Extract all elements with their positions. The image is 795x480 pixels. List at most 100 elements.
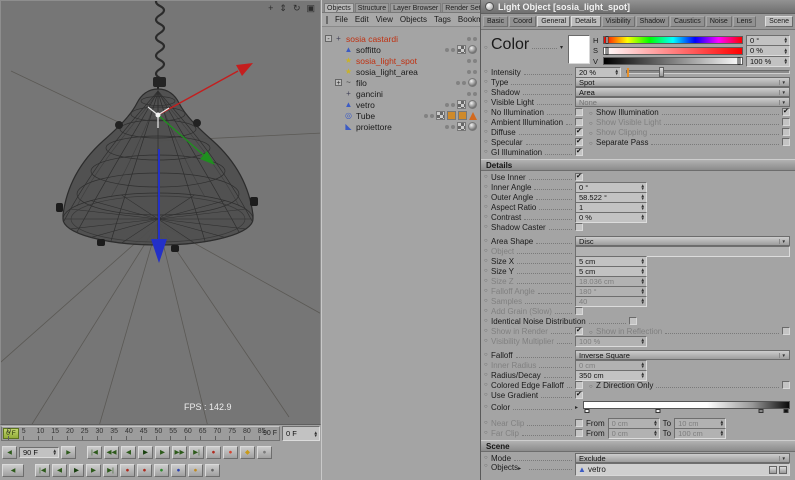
tab-objects[interactable]: Objects	[324, 3, 354, 12]
shadow-caster-checkbox[interactable]	[575, 223, 583, 231]
texture-tag[interactable]	[457, 45, 466, 54]
render-visibility-dot[interactable]	[430, 113, 434, 118]
use-gradient-checkbox[interactable]	[575, 390, 583, 399]
render-visibility-dot[interactable]	[451, 124, 455, 129]
spinner-icon[interactable]	[782, 37, 788, 43]
menu-view[interactable]: View	[376, 15, 393, 24]
keyframe-dot[interactable]	[484, 119, 491, 125]
keyframe-dot[interactable]	[484, 338, 491, 344]
specular-checkbox[interactable]	[575, 137, 583, 146]
slider-handle[interactable]	[605, 46, 609, 55]
keyframe-dot[interactable]	[484, 455, 491, 461]
separate-pass-checkbox[interactable]	[782, 138, 790, 146]
panel-menu-icon[interactable]	[326, 15, 328, 24]
keyframe-dot[interactable]	[589, 111, 596, 117]
pan-icon[interactable]: +	[268, 3, 273, 13]
texture-tag[interactable]	[436, 111, 445, 120]
object-item-vetro[interactable]: ▲ vetro	[322, 99, 480, 110]
details-section-header[interactable]: Details	[481, 159, 795, 171]
keyframe-dot[interactable]	[484, 139, 491, 145]
spinner-icon[interactable]	[639, 194, 645, 200]
menu-edit[interactable]: Edit	[355, 15, 369, 24]
timeline-playhead[interactable]: 0 F	[3, 428, 19, 439]
keyframe-dot[interactable]	[484, 463, 491, 469]
spinner-icon[interactable]	[639, 204, 645, 210]
next-frame-button[interactable]: ▶	[155, 445, 170, 459]
editor-visibility-dot[interactable]	[467, 36, 471, 41]
tab-render-settings[interactable]: Render Settings	[442, 3, 480, 12]
shadow-dropdown[interactable]: Area	[575, 87, 790, 97]
show-visible-light-checkbox[interactable]	[782, 118, 790, 126]
tab-details[interactable]: Details	[571, 16, 601, 27]
frame-decrement-button[interactable]	[2, 445, 17, 459]
timeline-scrub-handle[interactable]	[2, 463, 24, 477]
tab-shadow[interactable]: Shadow	[635, 16, 669, 27]
area-shape-dropdown[interactable]: Disc	[575, 236, 790, 246]
keyframe-dot[interactable]	[484, 45, 491, 51]
keyframe-dot[interactable]	[484, 372, 491, 378]
value-field[interactable]: 100 %	[746, 55, 790, 67]
tab-basic[interactable]: Basic	[483, 16, 509, 27]
prev-frame-button[interactable]: ◀	[52, 463, 67, 477]
record-point-level-button[interactable]: ●	[205, 463, 220, 477]
z-direction-only-checkbox[interactable]	[782, 381, 790, 389]
chevron-icon[interactable]: ▾	[560, 44, 568, 51]
keyframe-dot[interactable]	[484, 99, 491, 105]
radius-decay-field[interactable]: 350 cm	[575, 369, 647, 381]
slider-handle[interactable]	[737, 57, 741, 65]
saturation-slider[interactable]	[603, 46, 743, 55]
contrast-field[interactable]: 0 %	[575, 211, 647, 223]
spinner-icon[interactable]	[51, 449, 57, 455]
object-item-filo[interactable]: + ~ filo	[322, 77, 480, 88]
keyframe-dot[interactable]	[484, 69, 491, 75]
keyframe-dot[interactable]	[484, 328, 491, 334]
frame-increment-button[interactable]	[61, 445, 76, 459]
keyframe-dot[interactable]	[484, 404, 491, 410]
keyframe-dot[interactable]	[484, 149, 491, 155]
osq-tag[interactable]	[447, 111, 456, 120]
tab-scene[interactable]: Scene	[765, 16, 793, 27]
falloff-dropdown[interactable]: Inverse Square	[575, 350, 790, 360]
gradient-control[interactable]	[583, 400, 790, 414]
mode-dropdown[interactable]: Exclude	[575, 453, 790, 463]
warning-tag[interactable]	[469, 111, 477, 120]
object-item-sosia_light_spot[interactable]: ★ sosia_light_spot	[322, 55, 480, 66]
keyframe-dot[interactable]	[484, 184, 491, 190]
expand-triangle-icon[interactable]: ▸	[575, 404, 583, 411]
spinner-icon[interactable]	[639, 184, 645, 190]
goto-start-button[interactable]: |◀	[35, 463, 50, 477]
viewport-3d[interactable]: + ⇕ ↻ ▣ FPS : 142.9	[0, 0, 321, 425]
editor-visibility-dot[interactable]	[467, 91, 471, 96]
render-visibility-dot[interactable]	[451, 102, 455, 107]
maximize-icon[interactable]: ▣	[306, 3, 315, 13]
keyframe-dot[interactable]	[484, 352, 491, 358]
goto-start-button[interactable]: |◀	[87, 445, 102, 459]
keyframe-dot[interactable]	[484, 298, 491, 304]
render-visibility-dot[interactable]	[462, 80, 466, 85]
autokey-button[interactable]: ●	[257, 445, 272, 459]
keyframe-dot[interactable]	[589, 384, 596, 390]
near-clip-checkbox[interactable]	[575, 419, 583, 427]
prev-frame-button[interactable]: ◀	[121, 445, 136, 459]
item-option-icon[interactable]	[779, 465, 787, 474]
hue-field[interactable]: 0 °	[746, 34, 790, 46]
editor-visibility-dot[interactable]	[424, 113, 428, 118]
next-key-button[interactable]: ▶▶	[172, 445, 187, 459]
menu-file[interactable]: File	[335, 15, 348, 24]
object-item-proiettore[interactable]: ◣ proiettore	[322, 121, 480, 132]
keyframe-dot[interactable]	[484, 238, 491, 244]
show-illumination-checkbox[interactable]	[782, 107, 790, 116]
keyframe-dot[interactable]	[484, 129, 491, 135]
spinner-icon[interactable]	[782, 48, 788, 54]
ambient-illumination-checkbox[interactable]	[575, 118, 583, 126]
record-button[interactable]: ●	[120, 463, 135, 477]
record-scale-button[interactable]: ●	[154, 463, 169, 477]
editor-visibility-dot[interactable]	[456, 80, 460, 85]
end-frame-field[interactable]: 90 F	[19, 446, 59, 458]
type-dropdown[interactable]: Spot	[575, 77, 790, 87]
scene-section-header[interactable]: Scene	[481, 440, 795, 452]
diffuse-checkbox[interactable]	[575, 127, 583, 136]
phong-tag[interactable]	[468, 100, 477, 109]
texture-tag[interactable]	[457, 100, 466, 109]
expand-toggle[interactable]: -	[325, 35, 332, 43]
